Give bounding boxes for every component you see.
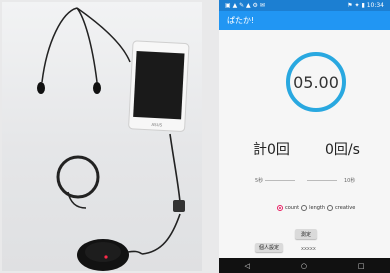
settings-button[interactable]: 個人設定 — [255, 243, 283, 252]
product-photo: ASUS — [2, 2, 202, 271]
mode-radio-group: count length creative — [277, 204, 355, 212]
rate-count: 0回/s — [325, 142, 360, 158]
app-bar: ぱたか! — [219, 11, 390, 30]
slider-max-label: 10秒 — [344, 178, 356, 184]
radio-count[interactable] — [277, 205, 283, 211]
recents-icon[interactable]: □ — [358, 262, 365, 270]
measure-button[interactable]: 測定 — [295, 229, 317, 239]
settings-value: xxxxx — [301, 246, 316, 252]
navigation-bar: ◁ ○ □ — [219, 258, 390, 273]
product-photo-illustration: ASUS — [37, 7, 190, 271]
back-icon[interactable]: ◁ — [244, 262, 249, 270]
slider-min-label: 5秒 — [255, 178, 264, 184]
timer-display: 05.00 — [293, 72, 339, 92]
radio-length[interactable] — [301, 205, 308, 211]
radio-count-label: count — [285, 205, 300, 211]
app-screen: ▣ ▲ ✎ ▲ ⚙ ✉ ⚑ ✦ ▮ 10:34 ぱたか! 05.00 計0回 0… — [219, 0, 390, 273]
device-brand-label: ASUS — [151, 122, 162, 128]
radio-creative[interactable] — [327, 205, 334, 211]
slider-track-right[interactable] — [307, 180, 337, 181]
slider-track-left[interactable] — [265, 180, 295, 181]
radio-creative-label: creative — [335, 205, 356, 211]
status-system-icons: ⚑ ✦ ▮ 10:34 — [347, 2, 384, 9]
status-bar: ▣ ▲ ✎ ▲ ⚙ ✉ ⚑ ✦ ▮ 10:34 — [219, 0, 390, 11]
app-title: ぱたか! — [227, 16, 255, 25]
status-notification-icons: ▣ ▲ ✎ ▲ ⚙ ✉ — [225, 2, 265, 9]
total-count: 計0回 — [253, 142, 290, 158]
radio-length-label: length — [309, 205, 326, 211]
home-icon[interactable]: ○ — [301, 262, 307, 270]
timer-circle: 05.00 — [286, 52, 346, 112]
